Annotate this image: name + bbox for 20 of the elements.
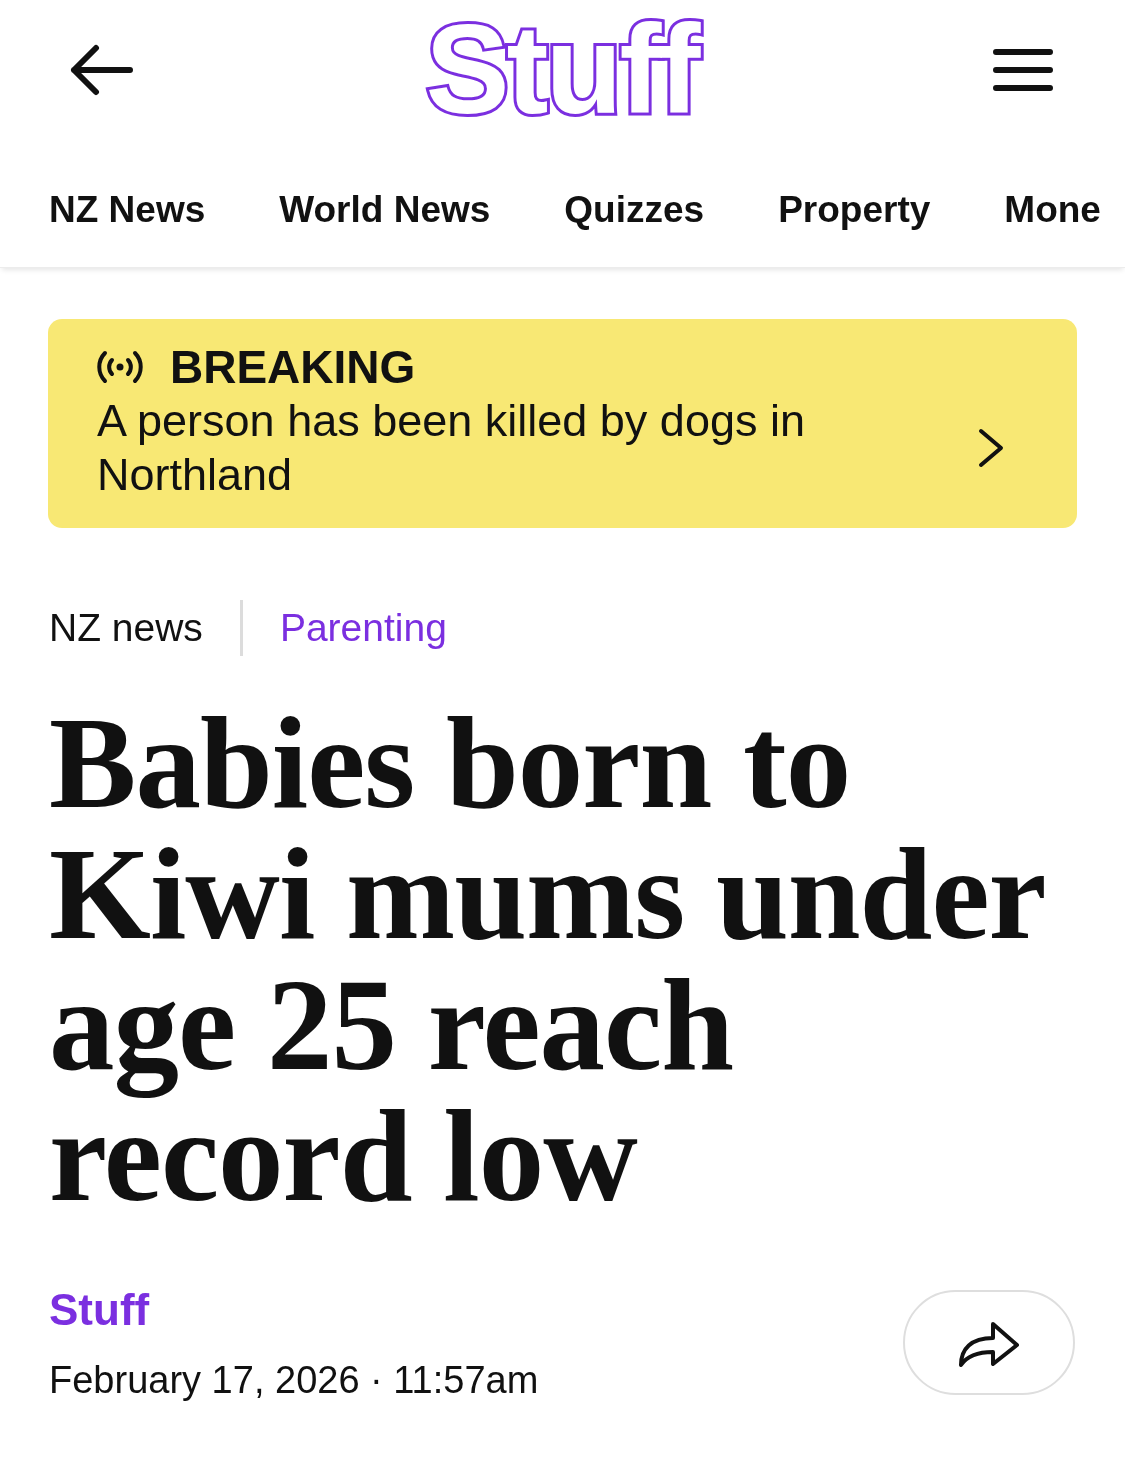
back-arrow-icon <box>70 44 134 96</box>
nav-link[interactable]: Property <box>778 188 931 233</box>
author-link[interactable]: Stuff <box>49 1285 150 1335</box>
logo[interactable]: Stuff <box>422 4 701 136</box>
nav-link[interactable]: Mone <box>1004 188 1101 233</box>
breaking-headline: A person has been killed by dogs in Northland <box>97 394 806 502</box>
nav-link[interactable]: World News <box>279 188 491 233</box>
menu-icon <box>993 49 1053 91</box>
category-link[interactable]: Parenting <box>279 604 447 652</box>
publish-date: February 17, 2026 · 11:57am <box>49 1358 539 1403</box>
back-button[interactable] <box>70 44 134 96</box>
article-headline: Babies born to Kiwi mums under age 25 reach record low <box>49 697 1045 1221</box>
menu-button[interactable] <box>993 49 1053 91</box>
breaking-news-banner[interactable]: BREAKING A person has been killed by dogs in Northland <box>48 319 1077 528</box>
chevron-right-icon <box>977 427 1005 469</box>
nav-link[interactable]: Quizzes <box>564 188 705 233</box>
nav-link[interactable]: NZ News <box>49 188 206 233</box>
category-link[interactable]: NZ news <box>49 604 203 652</box>
breaking-label: BREAKING <box>170 340 416 394</box>
broadcast-icon <box>97 350 143 384</box>
